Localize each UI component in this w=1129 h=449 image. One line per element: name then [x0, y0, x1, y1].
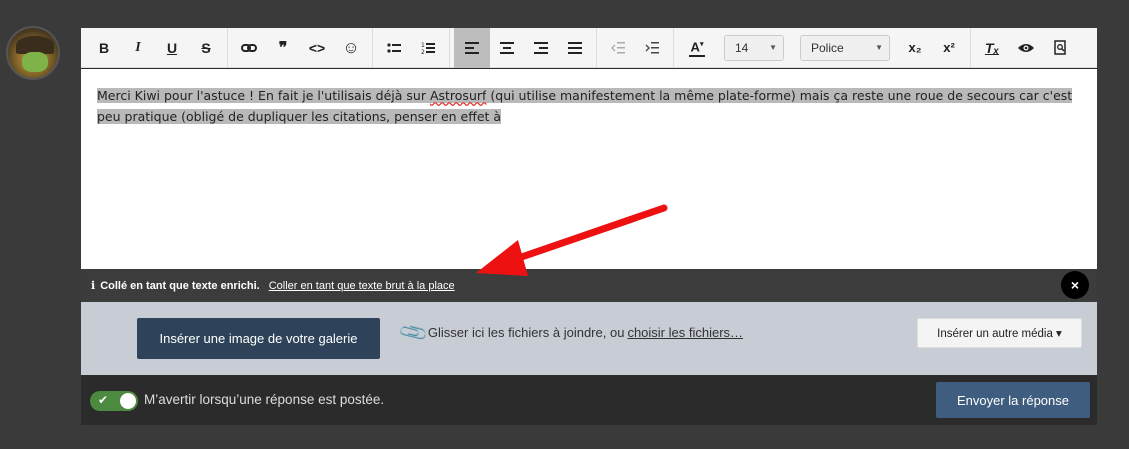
reply-editor-panel: B I U S ❞ <> ☺ 12 A▾ 14 ▼ Police ▼ x₂ x²… — [81, 27, 1097, 425]
link-button[interactable] — [236, 34, 262, 62]
bullet-list-button[interactable] — [381, 34, 407, 62]
drop-instructions: Glisser ici les fichiers à joindre, ou — [427, 325, 625, 340]
outdent-button[interactable] — [605, 34, 631, 62]
notify-toggle[interactable]: ✔ — [90, 391, 138, 411]
editor-text[interactable]: Merci Kiwi pour l'astuce ! En fait je l'… — [97, 85, 1081, 127]
close-icon: × — [1070, 277, 1080, 293]
text-color-icon: A▾ — [690, 39, 704, 55]
selected-text-line2: peu pratique (obligé de dupliquer les ci… — [97, 109, 502, 124]
toolbar-divider — [970, 27, 971, 68]
strikethrough-button[interactable]: S — [193, 34, 219, 62]
indent-button[interactable] — [639, 34, 665, 62]
align-right-button[interactable] — [528, 34, 554, 62]
toolbar-divider — [372, 27, 373, 68]
paste-message: Collé en tant que texte enrichi. — [100, 279, 260, 292]
toolbar-divider — [596, 27, 597, 68]
close-paste-notice-button[interactable]: × — [1061, 271, 1089, 299]
bullet-list-icon — [387, 42, 401, 53]
text-color-swatch — [689, 54, 705, 57]
user-avatar — [6, 26, 60, 80]
align-center-icon — [500, 41, 514, 54]
paperclip-icon: 📎 — [397, 316, 431, 350]
font-family-value: Police — [811, 40, 844, 55]
toggle-knob — [120, 393, 136, 409]
toolbar-divider — [449, 27, 450, 68]
paste-notice-bar: ℹ Collé en tant que texte enrichi. Colle… — [81, 269, 1097, 302]
font-size-value: 14 — [735, 40, 749, 55]
outdent-icon — [611, 41, 625, 53]
preview-button[interactable] — [1047, 34, 1073, 62]
superscript-button[interactable]: x² — [936, 34, 962, 62]
attachment-area: Insérer une image de votre galerie 📎 Gli… — [81, 302, 1097, 375]
selected-text-part2: (qui utilise manifestement la même plate… — [486, 88, 1073, 103]
align-center-button[interactable] — [494, 34, 520, 62]
insert-other-media-button[interactable]: Insérer un autre média ▾ — [917, 318, 1082, 348]
editor-content[interactable]: Merci Kiwi pour l'astuce ! En fait je l'… — [81, 69, 1097, 269]
selected-text-part1: Merci Kiwi pour l'astuce ! En fait je l'… — [97, 88, 430, 103]
align-justify-button[interactable] — [562, 34, 588, 62]
reply-footer: ✔ M’avertir lorsqu’une réponse est posté… — [81, 375, 1097, 425]
toolbar-divider — [227, 27, 228, 68]
align-justify-icon — [568, 41, 582, 54]
document-search-icon — [1053, 40, 1066, 55]
numbered-list-button[interactable]: 12 — [415, 34, 441, 62]
align-left-icon — [465, 41, 479, 54]
code-button[interactable]: <> — [304, 34, 330, 62]
chevron-down-icon: ▼ — [875, 43, 883, 52]
editor-toolbar: B I U S ❞ <> ☺ 12 A▾ 14 ▼ Police ▼ x₂ x²… — [81, 27, 1097, 68]
notify-label: M’avertir lorsqu’une réponse est postée. — [144, 392, 385, 407]
align-right-icon — [534, 41, 548, 54]
send-reply-button[interactable]: Envoyer la réponse — [936, 382, 1090, 418]
font-size-select[interactable]: 14 ▼ — [724, 34, 784, 61]
avatar-face — [22, 52, 48, 72]
underline-button[interactable]: U — [159, 34, 185, 62]
clear-format-button[interactable]: Tₓ — [979, 34, 1005, 62]
quote-button[interactable]: ❞ — [270, 34, 296, 62]
check-icon: ✔ — [98, 393, 109, 407]
smiley-button[interactable]: ☺ — [338, 34, 364, 62]
choose-files-link[interactable]: choisir les fichiers… — [627, 325, 743, 340]
toolbar-divider — [673, 27, 674, 68]
numbered-list-icon: 12 — [421, 42, 435, 55]
indent-icon — [645, 41, 659, 53]
insert-gallery-image-button[interactable]: Insérer une image de votre galerie — [137, 318, 380, 359]
toggle-bbcode-button[interactable] — [1013, 34, 1039, 62]
link-icon — [241, 43, 257, 52]
bold-button[interactable]: B — [91, 34, 117, 62]
align-left-button[interactable] — [454, 27, 490, 68]
text-color-button[interactable]: A▾ — [682, 34, 712, 62]
font-family-select[interactable]: Police ▼ — [800, 34, 890, 61]
eye-icon — [1018, 43, 1034, 52]
info-icon: ℹ — [91, 280, 96, 292]
file-drop-zone[interactable]: 📎 Glisser ici les fichiers à joindre, ou… — [397, 317, 743, 349]
chevron-down-icon: ▼ — [769, 43, 777, 52]
svg-text:2: 2 — [421, 49, 425, 55]
italic-button[interactable]: I — [125, 34, 151, 62]
paste-as-plain-text-link[interactable]: Coller en tant que texte brut à la place — [269, 280, 455, 292]
subscript-button[interactable]: x₂ — [902, 34, 928, 62]
svg-text:1: 1 — [421, 42, 425, 49]
misspelled-word: Astrosurf — [429, 88, 487, 103]
